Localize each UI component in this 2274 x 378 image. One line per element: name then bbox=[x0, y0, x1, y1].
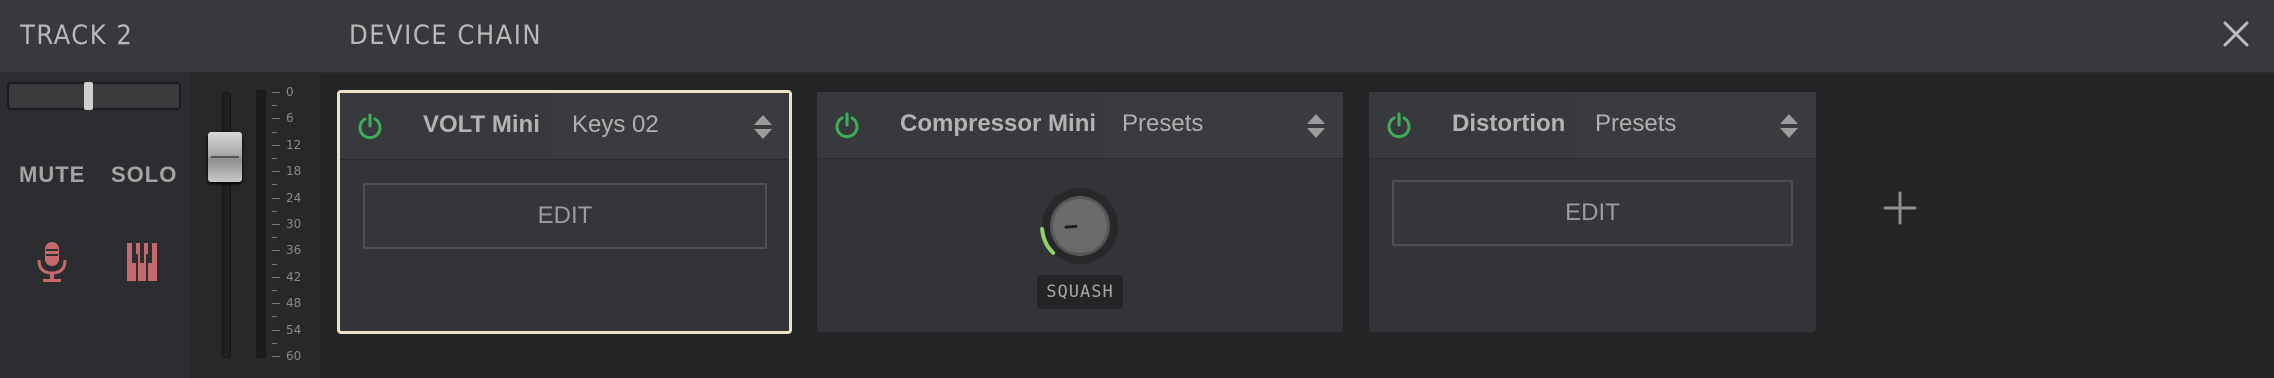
meter-minor-tick bbox=[272, 237, 277, 239]
up-down-arrows-icon[interactable] bbox=[1305, 112, 1327, 140]
meter-tick bbox=[272, 276, 280, 278]
power-icon[interactable] bbox=[1385, 112, 1413, 140]
up-down-arrows-icon[interactable] bbox=[1778, 112, 1800, 140]
track-header: TRACK 2 bbox=[0, 0, 320, 72]
close-icon[interactable] bbox=[2220, 18, 2252, 50]
edit-button[interactable]: EDIT bbox=[363, 183, 767, 249]
device-chain-title: DEVICE CHAIN bbox=[349, 20, 543, 51]
device-card-distortion[interactable]: Distortion Presets EDIT bbox=[1369, 92, 1816, 332]
pan-slider[interactable] bbox=[7, 82, 181, 110]
device-header: Distortion Presets bbox=[1369, 92, 1816, 159]
knob-pointer bbox=[1064, 224, 1078, 229]
device-name: Compressor Mini bbox=[900, 110, 1097, 137]
piano-keys-icon[interactable] bbox=[126, 242, 158, 282]
power-icon[interactable] bbox=[833, 112, 861, 140]
meter-minor-tick bbox=[272, 342, 277, 344]
meter-minor-tick bbox=[272, 263, 277, 265]
preset-selector[interactable]: Presets bbox=[1575, 92, 1816, 158]
meter-tick bbox=[272, 224, 280, 225]
level-meter bbox=[256, 90, 266, 358]
volume-fader-handle[interactable] bbox=[208, 132, 242, 182]
meter-tick bbox=[272, 329, 280, 331]
meter-tick-label: 48 bbox=[286, 296, 302, 311]
power-icon[interactable] bbox=[356, 113, 384, 141]
meter-tick bbox=[272, 250, 280, 252]
meter-scale: 0 6 12 18 24 30 36 42 48 54 60 bbox=[272, 85, 320, 363]
meter-tick bbox=[272, 197, 280, 199]
preset-name: Presets bbox=[1122, 110, 1204, 137]
squash-knob[interactable] bbox=[1033, 182, 1127, 276]
solo-button[interactable]: SOLO bbox=[111, 162, 177, 188]
meter-minor-tick bbox=[272, 210, 277, 212]
meter-minor-tick bbox=[272, 158, 277, 159]
meter-tick bbox=[272, 303, 280, 305]
device-header: Compressor Mini Presets bbox=[817, 92, 1343, 159]
meter-tick bbox=[272, 92, 280, 93]
plus-icon[interactable] bbox=[1880, 188, 1920, 228]
device-name: VOLT Mini bbox=[423, 111, 540, 138]
knob-label: SQUASH bbox=[1037, 275, 1123, 309]
preset-name: Keys 02 bbox=[572, 111, 659, 138]
meter-tick-label: 18 bbox=[286, 164, 302, 179]
pan-handle[interactable] bbox=[84, 82, 93, 110]
device-chain-header: DEVICE CHAIN bbox=[320, 0, 2274, 74]
meter-tick bbox=[272, 356, 280, 357]
mute-button[interactable]: MUTE bbox=[19, 162, 85, 188]
preset-selector[interactable]: Keys 02 bbox=[552, 93, 789, 159]
meter-minor-tick bbox=[272, 316, 277, 318]
meter-tick bbox=[272, 171, 280, 173]
meter-tick-label: 6 bbox=[286, 111, 294, 126]
meter-tick-label: 30 bbox=[286, 217, 302, 231]
meter-tick-label: 42 bbox=[286, 269, 302, 284]
device-card-volt-mini[interactable]: VOLT Mini Keys 02 EDIT bbox=[337, 90, 792, 334]
device-header: VOLT Mini Keys 02 bbox=[340, 93, 789, 160]
track-strip bbox=[0, 72, 190, 378]
meter-minor-tick bbox=[272, 105, 277, 107]
device-name: Distortion bbox=[1452, 110, 1566, 137]
meter-tick-label: 24 bbox=[286, 190, 302, 205]
meter-minor-tick bbox=[272, 184, 277, 186]
meter-minor-tick bbox=[272, 131, 277, 133]
meter-tick-label: 0 bbox=[286, 85, 294, 99]
meter-tick bbox=[272, 144, 280, 146]
up-down-arrows-icon[interactable] bbox=[752, 113, 774, 141]
track-title: TRACK 2 bbox=[20, 20, 134, 51]
meter-tick bbox=[272, 118, 280, 120]
meter-minor-tick bbox=[272, 290, 277, 291]
preset-name: Presets bbox=[1595, 110, 1677, 137]
microphone-icon[interactable] bbox=[34, 240, 70, 284]
edit-button[interactable]: EDIT bbox=[1392, 180, 1793, 246]
meter-tick-label: 12 bbox=[286, 137, 302, 152]
meter-tick-label: 60 bbox=[286, 349, 302, 363]
meter-tick-label: 54 bbox=[286, 322, 302, 337]
meter-tick-label: 36 bbox=[286, 243, 302, 258]
preset-selector[interactable]: Presets bbox=[1102, 92, 1343, 158]
